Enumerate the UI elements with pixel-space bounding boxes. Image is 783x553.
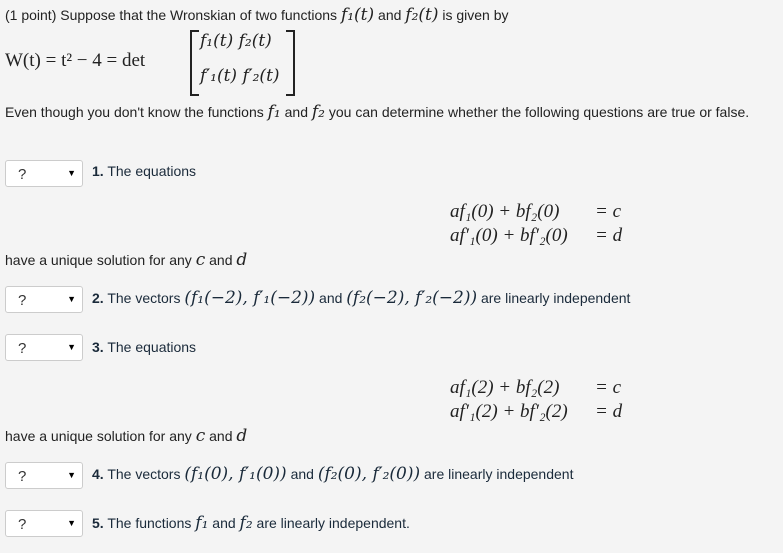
dropdown-arrow-icon: ▼ — [67, 470, 76, 480]
tail-text: have a unique solution for any — [5, 252, 192, 268]
answer-select-1[interactable]: ? ▼ — [5, 160, 83, 187]
question-number: 5. — [92, 515, 104, 531]
question-number: 4. — [92, 466, 104, 482]
math-f1: f₁ — [267, 102, 281, 122]
instr-text: Even though you don't know the functions — [5, 104, 264, 120]
matrix-row-2: f′₁(t) f′₂(t) — [200, 66, 280, 86]
question-number: 3. — [92, 339, 104, 355]
instr-suffix: you can determine whether the following … — [328, 104, 750, 120]
dropdown-arrow-icon: ▼ — [67, 518, 76, 528]
dropdown-arrow-icon: ▼ — [67, 294, 76, 304]
answer-select-2[interactable]: ? ▼ — [5, 286, 83, 313]
math-f2: f₂ — [311, 102, 325, 122]
question-1: 1. The equations — [92, 163, 196, 179]
equation-1-rhs: = c — [595, 201, 622, 222]
math-f2: f₂(t) — [405, 5, 439, 25]
and-text: and — [319, 290, 343, 306]
answer-select-5[interactable]: ? ▼ — [5, 510, 83, 537]
question-text: The equations — [107, 339, 197, 355]
math-f1: f₁ — [195, 513, 209, 533]
wronskian-lhs: W(t) = t² − 4 = det — [5, 50, 146, 71]
intro-and: and — [378, 7, 402, 23]
question-3: 3. The equations — [92, 339, 196, 355]
question-text: The functions — [107, 515, 192, 531]
matrix-right-bracket — [286, 30, 295, 96]
equation-2-rhs: = d — [595, 225, 623, 246]
question-4: 4. The vectors (f₁(0), f′₁(0)) and (f₂(0… — [92, 464, 573, 484]
and-text: and — [212, 515, 236, 531]
math-f2: f₂ — [239, 513, 253, 533]
tail-text: are linearly independent — [480, 290, 631, 306]
vector-1: (f₁(0), f′₁(0)) — [184, 464, 287, 484]
tail-and: and — [209, 428, 233, 444]
instr-and: and — [284, 104, 308, 120]
question-number: 2. — [92, 290, 104, 306]
question-text: The vectors — [107, 290, 181, 306]
tail-text: are linearly independent — [424, 466, 574, 482]
dropdown-arrow-icon: ▼ — [67, 168, 76, 178]
vector-1: (f₁(−2), f′₁(−2)) — [184, 288, 316, 308]
equation-1: af₁(0) + bf₂(0) — [450, 201, 560, 222]
question-number: 1. — [92, 163, 104, 179]
answer-select-4[interactable]: ? ▼ — [5, 462, 83, 489]
matrix-left-bracket — [190, 30, 199, 96]
equation-2: af′₁(2) + bf′₂(2) — [450, 401, 568, 422]
tail-text: have a unique solution for any — [5, 428, 192, 444]
question-1-tail: have a unique solution for any c and d — [5, 250, 247, 270]
vector-2: (f₂(−2), f′₂(−2)) — [346, 288, 478, 308]
question-text: The equations — [107, 163, 197, 179]
select-value: ? — [18, 292, 27, 309]
math-d: d — [236, 250, 248, 270]
answer-select-3[interactable]: ? ▼ — [5, 334, 83, 361]
question-5: 5. The functions f₁ and f₂ are linearly … — [92, 513, 410, 533]
select-value: ? — [18, 340, 27, 357]
equation-2-rhs: = d — [595, 401, 623, 422]
select-value: ? — [18, 516, 27, 533]
equation-1-rhs: = c — [595, 377, 622, 398]
math-c: c — [195, 426, 206, 446]
select-value: ? — [18, 166, 27, 183]
tail-text: are linearly independent. — [256, 515, 410, 531]
intro-line: (1 point) Suppose that the Wronskian of … — [5, 5, 509, 25]
intro-suffix: is given by — [442, 7, 509, 23]
equation-2: af′₁(0) + bf′₂(0) — [450, 225, 568, 246]
and-text: and — [290, 466, 314, 482]
math-c: c — [195, 250, 206, 270]
question-3-tail: have a unique solution for any c and d — [5, 426, 247, 446]
equation-1: af₁(2) + bf₂(2) — [450, 377, 560, 398]
question-2: 2. The vectors (f₁(−2), f′₁(−2)) and (f₂… — [92, 288, 630, 308]
select-value: ? — [18, 468, 27, 485]
question-text: The vectors — [107, 466, 181, 482]
matrix-row-1: f₁(t) f₂(t) — [200, 31, 272, 51]
math-f1: f₁(t) — [340, 5, 375, 25]
tail-and: and — [209, 252, 233, 268]
instruction-line: Even though you don't know the functions… — [5, 102, 749, 122]
vector-2: (f₂(0), f′₂(0)) — [317, 464, 421, 484]
intro-text: (1 point) Suppose that the Wronskian of … — [5, 7, 338, 23]
dropdown-arrow-icon: ▼ — [67, 342, 76, 352]
math-d: d — [236, 426, 248, 446]
